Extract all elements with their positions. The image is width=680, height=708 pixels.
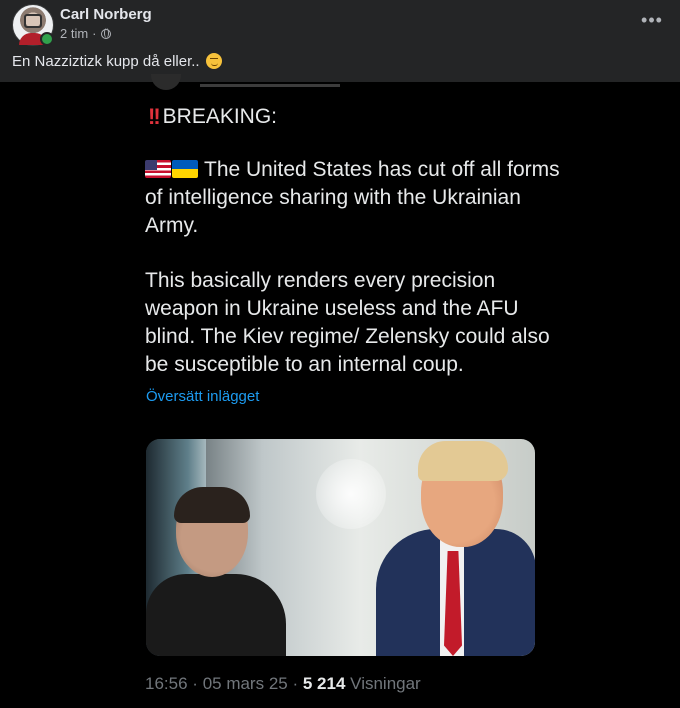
footer-dot: ·	[292, 674, 299, 693]
post-time[interactable]: 2 tim	[60, 26, 88, 41]
tweet-paragraph-2: This basically renders every precision w…	[145, 269, 550, 376]
us-flag-icon	[145, 160, 171, 178]
post-caption: En Nazziztizk kupp då eller..	[12, 53, 222, 70]
double-exclamation-icon: !!	[148, 104, 161, 129]
tweet-avatar-cropped	[151, 74, 181, 90]
online-status-icon	[40, 32, 54, 46]
author-name[interactable]: Carl Norberg	[60, 6, 152, 23]
tweet-screenshot[interactable]: !! BREAKING: The United States has cut o…	[0, 74, 680, 708]
smirk-emoji-icon	[205, 53, 222, 69]
footer-dot: ·	[192, 674, 198, 693]
breaking-label: BREAKING:	[162, 105, 278, 128]
tweet-time: 16:56	[145, 674, 188, 693]
post-meta: 2 tim ·	[60, 26, 111, 41]
tweet-paragraph-1: The United States has cut off all forms …	[145, 156, 565, 240]
breaking-headline: !! BREAKING:	[148, 104, 277, 130]
tweet-photo[interactable]	[146, 439, 535, 656]
globe-icon[interactable]	[100, 28, 111, 39]
meta-separator: ·	[92, 26, 97, 41]
more-options-button[interactable]: •••	[640, 10, 664, 30]
ukraine-flag-icon	[172, 160, 198, 178]
photo-person-left-hair	[174, 487, 250, 523]
post-header: Carl Norberg 2 tim · ••• En Nazziztizk k…	[0, 0, 680, 82]
photo-light	[316, 459, 386, 529]
photo-person-right-hair	[418, 441, 508, 481]
glasses-icon	[24, 14, 42, 28]
views-count: 5 214	[302, 674, 346, 693]
paragraph-1-text: The United States has cut off all forms …	[145, 158, 560, 237]
views-label: Visningar	[350, 674, 421, 693]
photo-person-left-sweater	[146, 574, 286, 656]
tweet-date: 05 mars 25	[202, 674, 288, 693]
tweet-handle-cropped	[200, 72, 340, 87]
caption-text: En Nazziztizk kupp då eller..	[12, 53, 200, 70]
translate-link[interactable]: Översätt inlägget	[146, 388, 259, 405]
tweet-footer: 16:56 · 05 mars 25 · 5 214 Visningar	[145, 674, 421, 694]
